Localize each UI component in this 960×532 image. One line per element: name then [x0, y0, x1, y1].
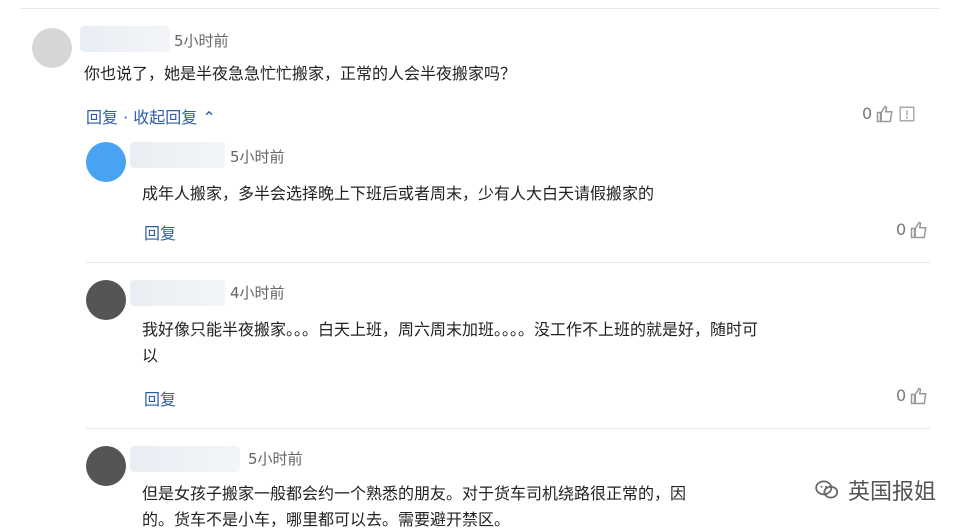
reply-label[interactable]: 回复 — [86, 108, 118, 127]
report-icon[interactable] — [898, 105, 916, 123]
reply-button[interactable]: 回复 — [144, 220, 176, 244]
comment-text-line-2: 以 — [142, 346, 159, 365]
comment-time: 5小时前 — [230, 148, 285, 166]
like-control[interactable]: 0 — [896, 220, 928, 239]
avatar[interactable] — [86, 280, 126, 320]
collapse-replies-link[interactable]: 收起回复 — [133, 108, 197, 127]
reply-button[interactable]: 回复 · 收起回复 ⌃ — [86, 104, 216, 128]
comment-text-line-2: 的。货车不是小车，哪里都可以去。需要避开禁区。 — [142, 510, 511, 529]
watermark: 英国报姐 — [814, 474, 936, 506]
comment-text-line-1: 但是女孩子搬家一般都会约一个熟悉的朋友。对于货车司机绕路很正常的，因 — [142, 484, 687, 503]
avatar[interactable] — [86, 142, 126, 182]
wechat-icon — [815, 480, 839, 499]
comment-time: 4小时前 — [230, 284, 285, 302]
like-control[interactable]: 0 — [862, 104, 916, 123]
like-count: 0 — [896, 220, 907, 239]
thumb-up-icon[interactable] — [910, 221, 928, 239]
top-divider — [20, 8, 940, 9]
like-count: 0 — [896, 386, 907, 405]
separator-dot: · — [123, 108, 134, 127]
comment-text-line-1: 我好像只能半夜搬家。。。白天上班，周六周末加班。。。。没工作不上班的就是好，随时… — [142, 320, 759, 339]
username-blur[interactable] — [130, 142, 225, 168]
comment-text: 成年人搬家，多半会选择晚上下班后或者周末，少有人大白天请假搬家的 — [142, 184, 655, 203]
username-blur[interactable] — [130, 280, 225, 306]
username-blur[interactable] — [130, 446, 240, 472]
watermark-text: 英国报姐 — [847, 480, 936, 505]
like-count: 0 — [862, 104, 873, 123]
comment-text: 你也说了，她是半夜急急忙忙搬家，正常的人会半夜搬家吗？ — [84, 64, 517, 83]
divider — [86, 262, 930, 263]
thumb-up-icon[interactable] — [876, 105, 894, 123]
reply-button[interactable]: 回复 — [144, 386, 176, 410]
chevron-up-icon[interactable]: ⌃ — [202, 108, 215, 127]
comment-time: 5小时前 — [248, 450, 303, 468]
avatar[interactable] — [32, 28, 72, 68]
avatar[interactable] — [86, 446, 126, 486]
username-blur[interactable] — [80, 26, 170, 52]
thumb-up-icon[interactable] — [910, 387, 928, 405]
like-control[interactable]: 0 — [896, 386, 928, 405]
divider — [86, 428, 930, 429]
comment-time: 5小时前 — [174, 32, 229, 50]
